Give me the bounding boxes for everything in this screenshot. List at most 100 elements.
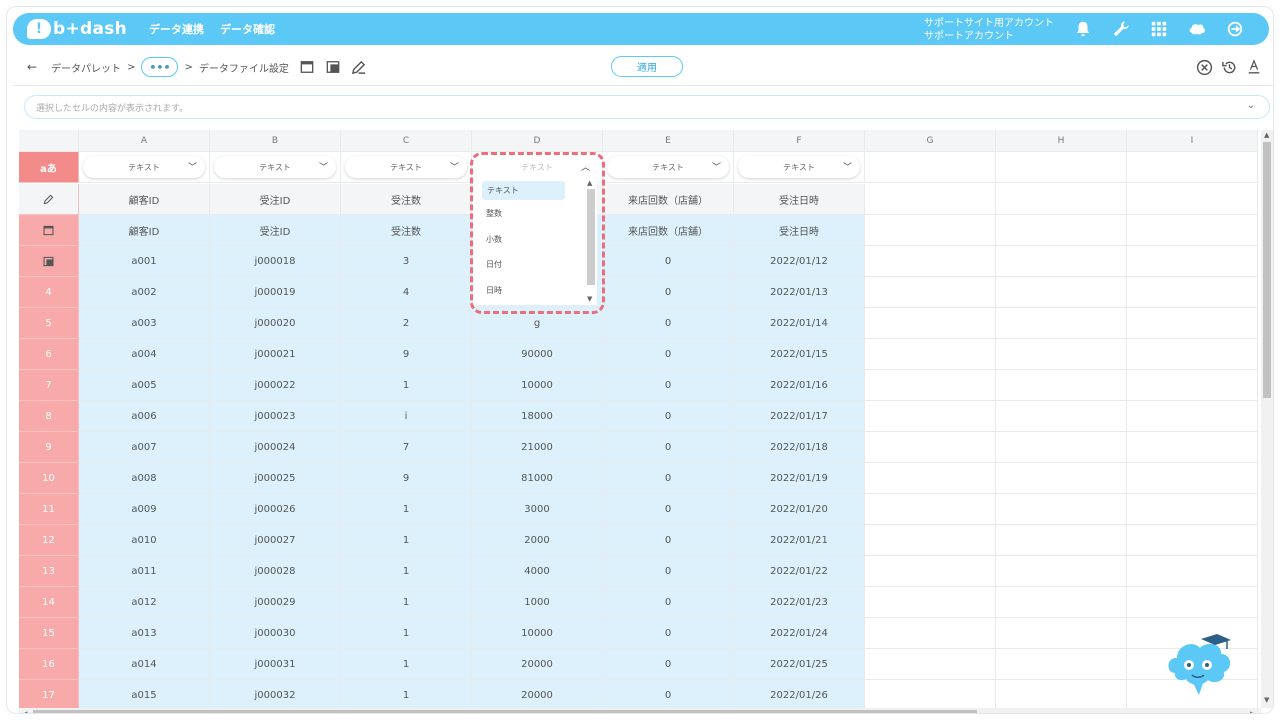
data-cell[interactable]: 2022/01/20 bbox=[734, 494, 865, 525]
data-cell[interactable]: a001 bbox=[79, 246, 210, 277]
header-cell-g[interactable] bbox=[865, 215, 996, 246]
name-cell-b[interactable]: 受注ID bbox=[210, 184, 341, 215]
data-cell[interactable]: 0 bbox=[603, 401, 734, 432]
data-cell[interactable]: 0 bbox=[603, 680, 734, 708]
data-cell[interactable]: 3 bbox=[341, 246, 472, 277]
data-cell[interactable]: a006 bbox=[79, 401, 210, 432]
header-cell-e[interactable]: 来店回数（店舗） bbox=[603, 215, 734, 246]
data-cell[interactable]: 2022/01/25 bbox=[734, 649, 865, 680]
data-cell[interactable]: 0 bbox=[603, 649, 734, 680]
data-cell[interactable]: 9 bbox=[341, 339, 472, 370]
data-cell[interactable]: j000030 bbox=[210, 618, 341, 649]
grid-menu-icon[interactable] bbox=[1149, 19, 1169, 39]
data-cell[interactable]: j000023 bbox=[210, 401, 341, 432]
data-cell[interactable]: 2022/01/21 bbox=[734, 525, 865, 556]
column-header-f[interactable]: F bbox=[734, 130, 865, 152]
cell-content-bar[interactable]: 選択したセルの内容が表示されます。 ⌄ bbox=[24, 95, 1270, 119]
data-cell[interactable]: 2022/01/15 bbox=[734, 339, 865, 370]
data-cell[interactable] bbox=[996, 432, 1127, 463]
data-cell[interactable]: a011 bbox=[79, 556, 210, 587]
data-cell[interactable]: 4 bbox=[341, 277, 472, 308]
data-cell[interactable]: a003 bbox=[79, 308, 210, 339]
data-cell[interactable]: j000024 bbox=[210, 432, 341, 463]
header-cell-f[interactable]: 受注日時 bbox=[734, 215, 865, 246]
data-cell[interactable]: 1 bbox=[341, 587, 472, 618]
mascot-user-icon[interactable] bbox=[1187, 19, 1207, 39]
data-cell[interactable]: 2022/01/18 bbox=[734, 432, 865, 463]
name-cell-a[interactable]: 顧客ID bbox=[79, 184, 210, 215]
data-cell[interactable] bbox=[996, 277, 1127, 308]
data-cell[interactable] bbox=[1127, 525, 1258, 556]
data-cell[interactable]: 0 bbox=[603, 587, 734, 618]
type-option[interactable]: 日付 bbox=[473, 252, 597, 278]
chevron-down-icon[interactable]: ⌄ bbox=[1247, 100, 1255, 111]
data-cell[interactable]: i bbox=[341, 401, 472, 432]
logout-icon[interactable] bbox=[1225, 19, 1245, 39]
column-header-a[interactable]: A bbox=[79, 130, 210, 152]
scroll-down-arrow-icon[interactable]: ▼ bbox=[1264, 696, 1269, 704]
data-cell[interactable]: 2022/01/23 bbox=[734, 587, 865, 618]
data-cell[interactable] bbox=[1127, 432, 1258, 463]
data-cell[interactable] bbox=[996, 494, 1127, 525]
data-cell[interactable] bbox=[1127, 246, 1258, 277]
data-cell[interactable]: j000019 bbox=[210, 277, 341, 308]
table-view-icon[interactable] bbox=[325, 59, 341, 75]
data-cell[interactable] bbox=[1127, 308, 1258, 339]
horizontal-scrollbar[interactable]: ◀ ▶ bbox=[19, 708, 1261, 713]
name-cell-f[interactable]: 受注日時 bbox=[734, 184, 865, 215]
column-header-h[interactable]: H bbox=[996, 130, 1127, 152]
name-cell-e[interactable]: 来店回数（店舗） bbox=[603, 184, 734, 215]
wrench-icon[interactable] bbox=[1111, 19, 1131, 39]
data-cell[interactable]: 1 bbox=[341, 649, 472, 680]
data-cell[interactable]: 0 bbox=[603, 494, 734, 525]
data-cell[interactable]: j000022 bbox=[210, 370, 341, 401]
scroll-up-arrow-icon[interactable]: ▲ bbox=[1264, 131, 1269, 139]
data-cell[interactable]: 18000 bbox=[472, 401, 603, 432]
data-cell[interactable] bbox=[865, 432, 996, 463]
data-cell[interactable] bbox=[996, 370, 1127, 401]
data-cell[interactable]: 0 bbox=[603, 432, 734, 463]
data-cell[interactable] bbox=[865, 556, 996, 587]
data-cell[interactable]: j000025 bbox=[210, 463, 341, 494]
vertical-scrollbar[interactable]: ▲ ▼ bbox=[1261, 130, 1273, 708]
data-cell[interactable]: 2022/01/12 bbox=[734, 246, 865, 277]
column-header-b[interactable]: B bbox=[210, 130, 341, 152]
data-cell[interactable] bbox=[996, 339, 1127, 370]
data-cell[interactable] bbox=[865, 277, 996, 308]
data-cell[interactable]: 90000 bbox=[472, 339, 603, 370]
history-icon[interactable] bbox=[1220, 58, 1238, 76]
nav-link-data-integration[interactable]: データ連携 bbox=[149, 21, 204, 37]
account-info[interactable]: サポートサイト用アカウント サポートアカウント bbox=[924, 17, 1054, 43]
nav-link-data-check[interactable]: データ確認 bbox=[220, 21, 275, 37]
data-cell[interactable] bbox=[1127, 463, 1258, 494]
data-cell[interactable]: 1 bbox=[341, 618, 472, 649]
type-select-e[interactable]: テキスト ﹀ bbox=[607, 156, 729, 178]
data-cell[interactable]: 7 bbox=[341, 432, 472, 463]
data-cell[interactable]: 20000 bbox=[472, 649, 603, 680]
data-cell[interactable]: 0 bbox=[603, 525, 734, 556]
breadcrumb-more-button[interactable]: ••• bbox=[141, 57, 179, 77]
data-cell[interactable]: 1 bbox=[341, 680, 472, 708]
header-cell-a[interactable]: 顧客ID bbox=[79, 215, 210, 246]
data-cell[interactable] bbox=[996, 587, 1127, 618]
type-option[interactable]: テキスト bbox=[482, 181, 565, 200]
data-cell[interactable] bbox=[1127, 494, 1258, 525]
data-cell[interactable]: 9 bbox=[341, 463, 472, 494]
bell-icon[interactable] bbox=[1073, 19, 1093, 39]
data-cell[interactable]: 2022/01/22 bbox=[734, 556, 865, 587]
name-cell-h[interactable] bbox=[996, 184, 1127, 215]
data-cell[interactable]: j000031 bbox=[210, 649, 341, 680]
data-cell[interactable]: 2022/01/16 bbox=[734, 370, 865, 401]
data-cell[interactable]: 0 bbox=[603, 463, 734, 494]
data-cell[interactable]: 10000 bbox=[472, 370, 603, 401]
data-cell[interactable]: a007 bbox=[79, 432, 210, 463]
data-cell[interactable]: 0 bbox=[603, 339, 734, 370]
column-header-d[interactable]: D bbox=[472, 130, 603, 152]
data-cell[interactable] bbox=[865, 370, 996, 401]
data-cell[interactable]: a012 bbox=[79, 587, 210, 618]
mascot-helper-icon[interactable] bbox=[1165, 631, 1237, 697]
data-cell[interactable]: 2000 bbox=[472, 525, 603, 556]
data-cell[interactable] bbox=[996, 308, 1127, 339]
data-cell[interactable]: j000026 bbox=[210, 494, 341, 525]
data-cell[interactable] bbox=[865, 401, 996, 432]
